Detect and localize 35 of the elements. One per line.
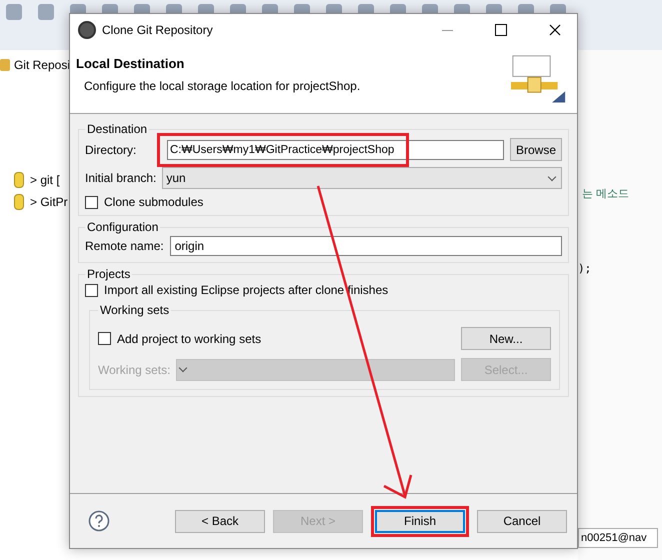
help-icon[interactable] <box>88 510 110 532</box>
checkbox[interactable] <box>85 196 98 208</box>
tree-item[interactable]: > GitPr <box>30 195 68 209</box>
group-label: Configuration <box>86 220 160 234</box>
checkbox-label[interactable]: Clone submodules <box>104 195 204 209</box>
branch-dropdown[interactable]: yun <box>162 167 562 189</box>
wizard-button[interactable]: Finish <box>375 510 465 532</box>
wizard-button[interactable]: < Back <box>175 510 265 532</box>
view-title[interactable]: Git Reposi <box>14 58 70 72</box>
field-label: Working sets: <box>98 362 170 376</box>
group-label: Destination <box>86 122 148 136</box>
wizard-button[interactable]: Cancel <box>477 510 567 532</box>
group-label: Working sets <box>99 303 170 317</box>
repository-icon <box>14 194 24 210</box>
toolbar-icon[interactable] <box>38 4 54 20</box>
maximize-button[interactable] <box>495 24 507 36</box>
code-text: 는 메소드 <box>582 187 630 201</box>
group-label: Projects <box>86 267 132 281</box>
field-label: Remote name: <box>85 239 164 253</box>
field-label: Initial branch: <box>85 171 156 185</box>
author-field[interactable]: n00251@nav <box>578 528 658 548</box>
directory-field[interactable]: C:₩Users₩my1₩GitPractice₩projectShop <box>167 140 504 160</box>
repository-icon <box>0 59 10 71</box>
close-icon[interactable] <box>549 24 561 36</box>
toolbar-icon[interactable] <box>6 4 22 20</box>
page-description: Configure the local storage location for projectShop. <box>84 79 360 93</box>
tree-item[interactable]: > git [ <box>30 173 60 187</box>
page-heading: Local Destination <box>76 56 186 71</box>
code-text: ); <box>578 262 592 275</box>
field-label: Directory: <box>85 142 138 156</box>
checkbox[interactable] <box>85 284 98 296</box>
remote-name-field[interactable]: origin <box>170 236 562 256</box>
browse-button[interactable]: Browse <box>510 138 562 161</box>
repository-icon <box>14 172 24 188</box>
window-title: Clone Git Repository <box>102 23 214 37</box>
